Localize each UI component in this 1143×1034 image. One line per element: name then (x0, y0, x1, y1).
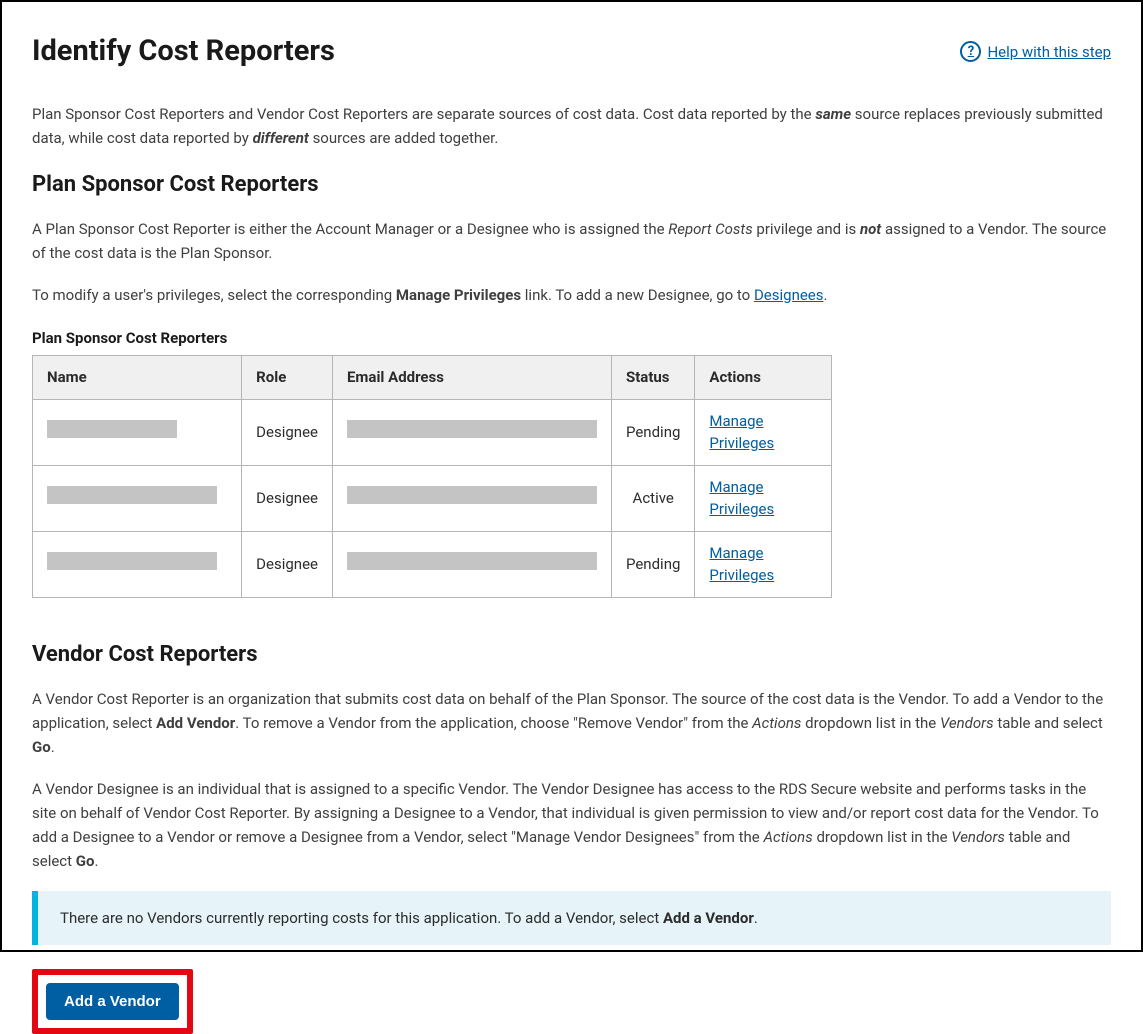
cell-name (33, 465, 242, 531)
manage-privileges-link[interactable]: Manage Privileges (709, 478, 774, 519)
intro-text: sources are added together. (309, 129, 498, 147)
callout-bold-add-a-vendor: Add a Vendor (663, 909, 754, 927)
redacted-name (47, 420, 177, 438)
text: privilege and is (753, 220, 860, 238)
bold-add-vendor: Add Vendor (156, 714, 235, 732)
page-container: Identify Cost Reporters ? Help with this… (0, 0, 1143, 952)
manage-privileges-link[interactable]: Manage Privileges (709, 412, 774, 453)
emphasis-not: not (860, 220, 881, 238)
plan-sponsor-heading: Plan Sponsor Cost Reporters (32, 168, 1111, 201)
designees-link[interactable]: Designees (754, 286, 824, 304)
bold-go: Go (76, 852, 95, 870)
callout-text: There are no Vendors currently reporting… (60, 909, 663, 927)
help-with-step-link[interactable]: ? Help with this step (960, 41, 1111, 64)
cell-email (332, 399, 611, 465)
col-name: Name (33, 356, 242, 400)
cell-email (332, 531, 611, 597)
text: A Plan Sponsor Cost Reporter is either t… (32, 220, 668, 238)
table-row: Designee Active Manage Privileges (33, 465, 832, 531)
table-row: Designee Pending Manage Privileges (33, 399, 832, 465)
text: To modify a user's privileges, select th… (32, 286, 396, 304)
cell-status: Pending (611, 399, 694, 465)
cell-actions: Manage Privileges (695, 399, 832, 465)
callout-text: . (754, 909, 758, 927)
cell-role: Designee (242, 531, 333, 597)
redacted-email (347, 552, 597, 570)
page-title: Identify Cost Reporters (32, 30, 335, 74)
plan-sponsor-table-caption: Plan Sponsor Cost Reporters (32, 327, 1111, 350)
intro-paragraph: Plan Sponsor Cost Reporters and Vendor C… (32, 102, 1111, 150)
text: table and select (994, 714, 1103, 732)
cell-role: Designee (242, 399, 333, 465)
cell-status: Pending (611, 531, 694, 597)
plan-sponsor-para2: To modify a user's privileges, select th… (32, 283, 1111, 307)
help-link-label: Help with this step (987, 41, 1111, 64)
no-vendors-callout: There are no Vendors currently reporting… (32, 891, 1111, 946)
table-header-row: Name Role Email Address Status Actions (33, 356, 832, 400)
italic-actions: Actions (763, 828, 812, 846)
add-a-vendor-button[interactable]: Add a Vendor (46, 983, 179, 1020)
col-email: Email Address (332, 356, 611, 400)
intro-emphasis-same: same (815, 105, 851, 123)
col-status: Status (611, 356, 694, 400)
redacted-name (47, 552, 217, 570)
plan-sponsor-para1: A Plan Sponsor Cost Reporter is either t… (32, 217, 1111, 265)
cell-actions: Manage Privileges (695, 531, 832, 597)
redacted-email (347, 486, 597, 504)
cell-status: Active (611, 465, 694, 531)
text: link. To add a new Designee, go to (521, 286, 754, 304)
redacted-name (47, 486, 217, 504)
italic-actions: Actions (752, 714, 801, 732)
question-circle-icon: ? (960, 41, 981, 62)
intro-emphasis-different: different (253, 129, 309, 147)
cell-name (33, 531, 242, 597)
italic-report-costs: Report Costs (668, 220, 752, 238)
text: dropdown list in the (801, 714, 940, 732)
cell-name (33, 399, 242, 465)
italic-vendors: Vendors (951, 828, 1005, 846)
add-vendor-highlight: Add a Vendor (32, 969, 193, 1034)
cell-role: Designee (242, 465, 333, 531)
text: . (51, 738, 55, 756)
cell-email (332, 465, 611, 531)
text: . (94, 852, 98, 870)
plan-sponsor-table: Name Role Email Address Status Actions D… (32, 355, 832, 598)
text: . To remove a Vendor from the applicatio… (235, 714, 752, 732)
col-actions: Actions (695, 356, 832, 400)
vendor-heading: Vendor Cost Reporters (32, 638, 1111, 671)
bold-manage-privileges: Manage Privileges (396, 286, 521, 304)
manage-privileges-link[interactable]: Manage Privileges (709, 544, 774, 585)
cell-actions: Manage Privileges (695, 465, 832, 531)
italic-vendors: Vendors (940, 714, 994, 732)
vendor-para1: A Vendor Cost Reporter is an organizatio… (32, 687, 1111, 759)
redacted-email (347, 420, 597, 438)
intro-text: Plan Sponsor Cost Reporters and Vendor C… (32, 105, 815, 123)
text: dropdown list in the (813, 828, 952, 846)
table-row: Designee Pending Manage Privileges (33, 531, 832, 597)
vendor-para2: A Vendor Designee is an individual that … (32, 777, 1111, 873)
text: . (824, 286, 828, 304)
col-role: Role (242, 356, 333, 400)
page-header: Identify Cost Reporters ? Help with this… (32, 30, 1111, 74)
bold-go: Go (32, 738, 51, 756)
